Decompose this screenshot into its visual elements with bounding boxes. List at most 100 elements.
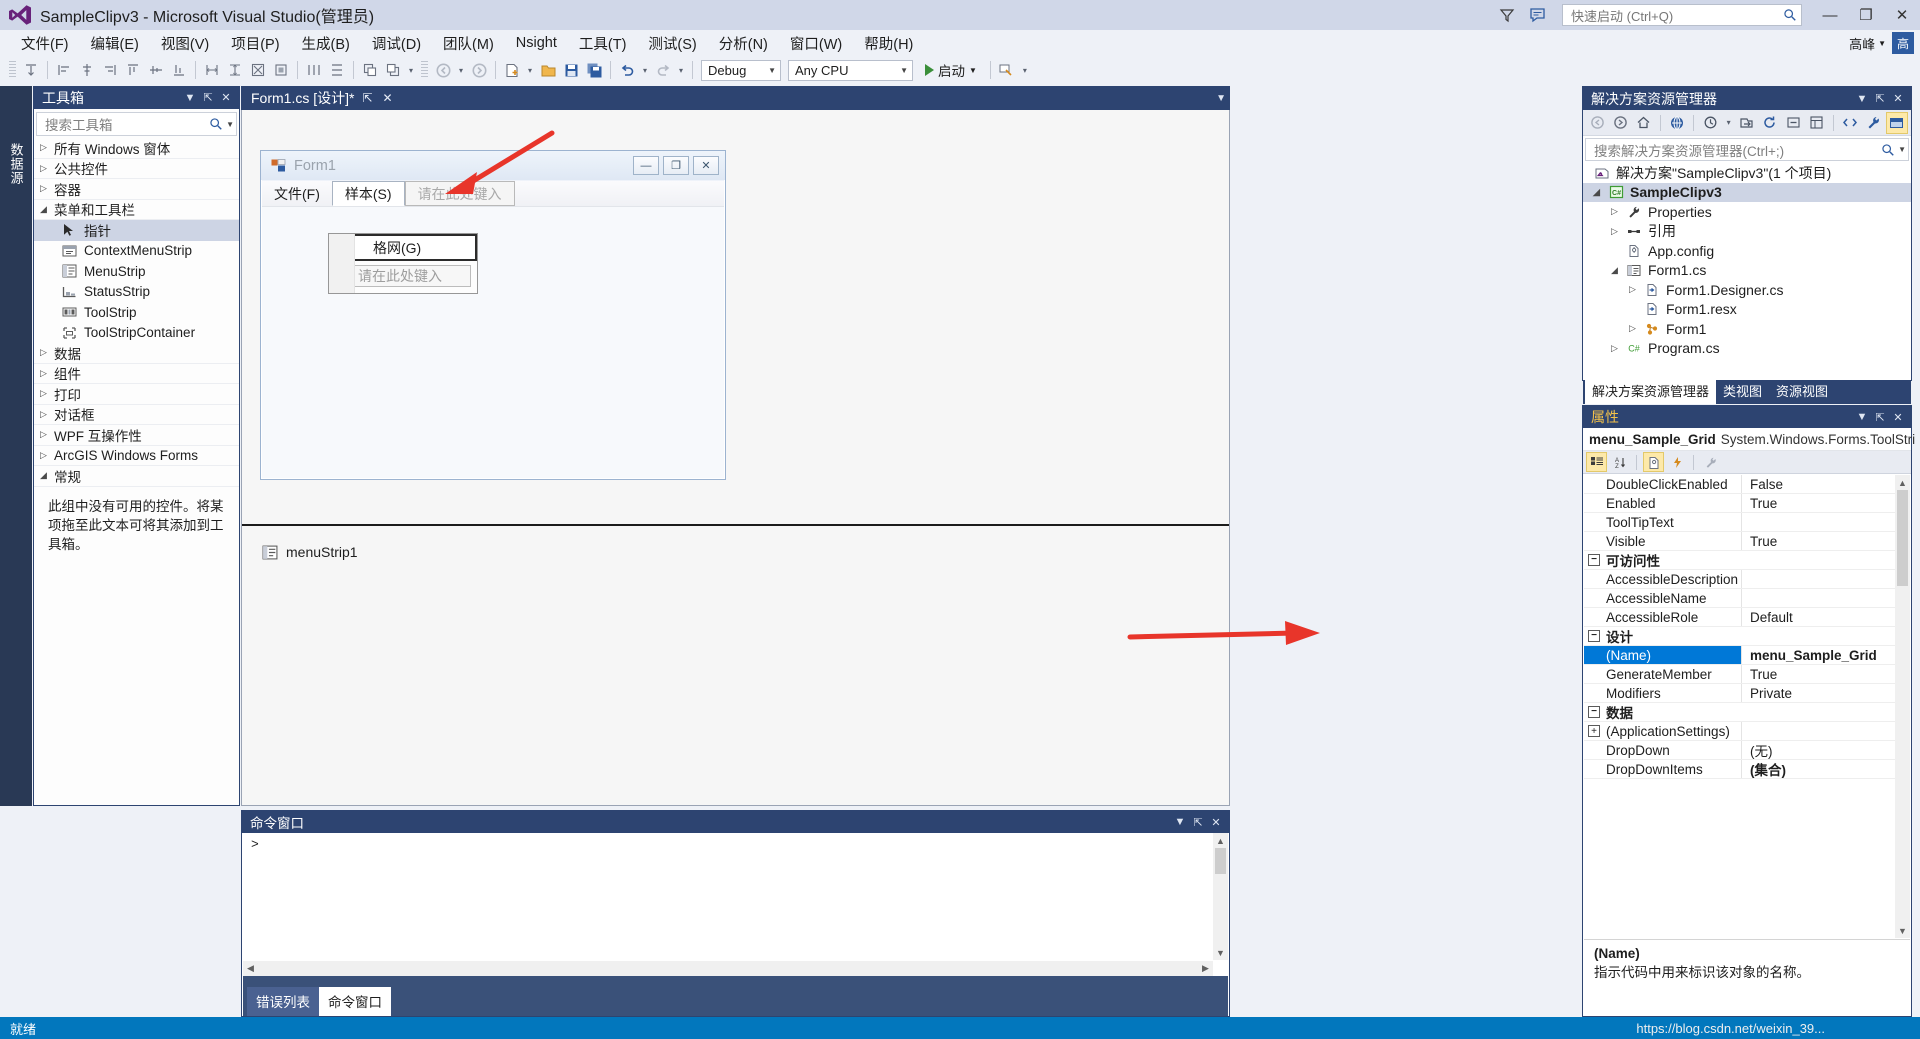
- menu-analyze[interactable]: 分析(N): [708, 30, 779, 57]
- property-row-accessiblename[interactable]: AccessibleName: [1584, 589, 1910, 608]
- make-same-width-icon[interactable]: [201, 59, 223, 81]
- quick-launch-input[interactable]: 快速启动 (Ctrl+Q): [1562, 4, 1802, 26]
- form-minimize-button[interactable]: —: [633, 156, 659, 175]
- menu-window[interactable]: 窗口(W): [779, 30, 853, 57]
- tree-item-program-cs[interactable]: ▷ C# Program.cs: [1583, 339, 1911, 359]
- menu-help[interactable]: 帮助(H): [853, 30, 924, 57]
- make-same-size-icon[interactable]: [247, 59, 269, 81]
- toolbox-item-toolstripcontainer[interactable]: ToolStripContainer: [34, 323, 239, 344]
- close-icon[interactable]: ✕: [1889, 89, 1907, 109]
- chevron-down-icon[interactable]: ▼: [1171, 812, 1189, 832]
- chevron-down-icon[interactable]: ▼: [226, 120, 234, 129]
- property-value[interactable]: False: [1742, 475, 1910, 493]
- property-row-generatemember[interactable]: GenerateMember True: [1584, 665, 1910, 684]
- chevron-right-icon[interactable]: ▷: [1611, 343, 1625, 354]
- design-surface[interactable]: Form1 — ❐ ✕ 文件(F) 样本(S) 请在此处键入 格网(G) 请在此…: [242, 110, 1229, 524]
- command-window-body[interactable]: > ▲ ▼ ◀ ▶: [243, 833, 1228, 976]
- redo-icon[interactable]: [652, 59, 674, 81]
- align-tops-icon[interactable]: [122, 59, 144, 81]
- toolbox-group-containers[interactable]: ▷ 容器: [34, 179, 239, 200]
- menu-nsight[interactable]: Nsight: [505, 32, 568, 54]
- property-value[interactable]: [1742, 722, 1910, 740]
- new-project-icon[interactable]: [501, 59, 523, 81]
- new-project-dropdown-icon[interactable]: ▾: [524, 59, 536, 81]
- chevron-down-icon[interactable]: ▾: [1723, 112, 1735, 134]
- restore-button[interactable]: ❐: [1848, 0, 1884, 30]
- pin-icon[interactable]: ⇱: [360, 91, 374, 105]
- align-bottoms-icon[interactable]: [168, 59, 190, 81]
- alphabetical-icon[interactable]: AZ: [1609, 452, 1630, 472]
- collapse-icon[interactable]: −: [1588, 706, 1600, 718]
- toolbox-group-all-windows-forms[interactable]: ▷ 所有 Windows 窗体: [34, 138, 239, 159]
- avatar[interactable]: 高: [1892, 32, 1914, 54]
- toolbox-group-printing[interactable]: ▷ 打印: [34, 384, 239, 405]
- save-all-icon[interactable]: [583, 59, 605, 81]
- chevron-right-icon[interactable]: ▷: [1629, 284, 1643, 295]
- toolbox-group-menus-toolbars[interactable]: ◢ 菜单和工具栏: [34, 200, 239, 220]
- tree-item-solution[interactable]: 解决方案"SampleClipv3"(1 个项目): [1583, 163, 1911, 183]
- menu-tools[interactable]: 工具(T): [568, 30, 638, 57]
- navigate-backward-dropdown-icon[interactable]: ▾: [455, 59, 467, 81]
- toolbox-group-wpf-interop[interactable]: ▷ WPF 互操作性: [34, 425, 239, 446]
- tree-item-app-config[interactable]: App.config: [1583, 241, 1911, 261]
- tree-item-project-sampleclipv3[interactable]: ◢ C# SampleClipv3: [1583, 182, 1911, 202]
- make-same-height-icon[interactable]: [224, 59, 246, 81]
- make-vertical-spacing-equal-icon[interactable]: [326, 59, 348, 81]
- toolbox-group-common-controls[interactable]: ▷ 公共控件: [34, 159, 239, 179]
- open-file-icon[interactable]: [537, 59, 559, 81]
- property-row-enabled[interactable]: Enabled True: [1584, 494, 1910, 513]
- close-icon[interactable]: ✕: [1889, 407, 1907, 427]
- property-value[interactable]: True: [1742, 532, 1910, 550]
- tree-item-form1-designer-cs[interactable]: ▷ Form1.Designer.cs: [1583, 280, 1911, 300]
- feedback-icon[interactable]: [1522, 0, 1552, 30]
- align-rights-icon[interactable]: [99, 59, 121, 81]
- tab-solution-explorer[interactable]: 解决方案资源管理器: [1585, 378, 1717, 404]
- property-pages-icon[interactable]: [1700, 452, 1721, 472]
- events-view-icon[interactable]: [1666, 452, 1687, 472]
- categorized-icon[interactable]: [1586, 452, 1607, 472]
- toolbox-item-statusstrip[interactable]: StatusStrip: [34, 282, 239, 303]
- chevron-down-icon[interactable]: ▼: [1898, 145, 1906, 154]
- pin-icon[interactable]: ⇱: [199, 88, 217, 108]
- property-row-doubleclickenabled[interactable]: DoubleClickEnabled False: [1584, 475, 1910, 494]
- chevron-down-icon[interactable]: ▼: [181, 88, 199, 108]
- property-value[interactable]: menu_Sample_Grid: [1742, 646, 1910, 664]
- menu-debug[interactable]: 调试(D): [361, 30, 432, 57]
- properties-view-icon[interactable]: [1643, 452, 1664, 472]
- close-button[interactable]: ✕: [1884, 0, 1920, 30]
- property-row-visible[interactable]: Visible True: [1584, 532, 1910, 551]
- form1-preview[interactable]: Form1 — ❐ ✕ 文件(F) 样本(S) 请在此处键入 格网(G) 请在此…: [260, 150, 726, 480]
- scroll-thumb[interactable]: [1897, 490, 1908, 586]
- undo-icon[interactable]: [616, 59, 638, 81]
- align-middles-icon[interactable]: [145, 59, 167, 81]
- property-row-tooltiptext[interactable]: ToolTipText: [1584, 513, 1910, 532]
- toolbox-item-menustrip[interactable]: MenuStrip: [34, 261, 239, 282]
- menu-test[interactable]: 测试(S): [637, 30, 707, 57]
- tab-form1-designer[interactable]: Form1.cs [设计]* ⇱ ✕: [241, 86, 401, 110]
- scroll-up-icon[interactable]: ▲: [1895, 475, 1910, 490]
- chevron-right-icon[interactable]: ▷: [1629, 323, 1643, 334]
- command-window-vscrollbar[interactable]: ▲ ▼: [1213, 833, 1228, 960]
- send-to-back-icon[interactable]: [382, 59, 404, 81]
- navigate-backward-icon[interactable]: [432, 59, 454, 81]
- scroll-down-icon[interactable]: ▼: [1213, 945, 1228, 960]
- tab-resource-view[interactable]: 资源视图: [1769, 378, 1835, 404]
- menu-project[interactable]: 项目(P): [220, 30, 290, 57]
- close-icon[interactable]: ✕: [380, 91, 394, 105]
- toolbar-overflow-2-icon[interactable]: ▾: [1019, 59, 1031, 81]
- close-icon[interactable]: ✕: [1207, 812, 1225, 832]
- component-tray[interactable]: menuStrip1: [242, 524, 1229, 805]
- toolbox-item-contextmenustrip[interactable]: ContextMenuStrip: [34, 241, 239, 262]
- tree-item-form1-cs[interactable]: ◢ Form1.cs: [1583, 261, 1911, 281]
- property-row-modifiers[interactable]: Modifiers Private: [1584, 684, 1910, 703]
- toolbox-group-general[interactable]: ◢ 常规: [34, 466, 239, 487]
- property-value[interactable]: [1742, 570, 1910, 588]
- property-row-name[interactable]: (Name) menu_Sample_Grid: [1584, 646, 1910, 665]
- property-category-accessibility[interactable]: − 可访问性: [1584, 551, 1910, 570]
- tree-item-form1-class[interactable]: ▷ Form1: [1583, 319, 1911, 339]
- menuitem-sample[interactable]: 样本(S): [331, 181, 405, 206]
- scroll-right-icon[interactable]: ▶: [1198, 961, 1213, 976]
- chevron-down-icon[interactable]: ◢: [1593, 187, 1607, 198]
- back-icon[interactable]: [1586, 112, 1608, 134]
- menuitem-type-here[interactable]: 请在此处键入: [404, 181, 515, 206]
